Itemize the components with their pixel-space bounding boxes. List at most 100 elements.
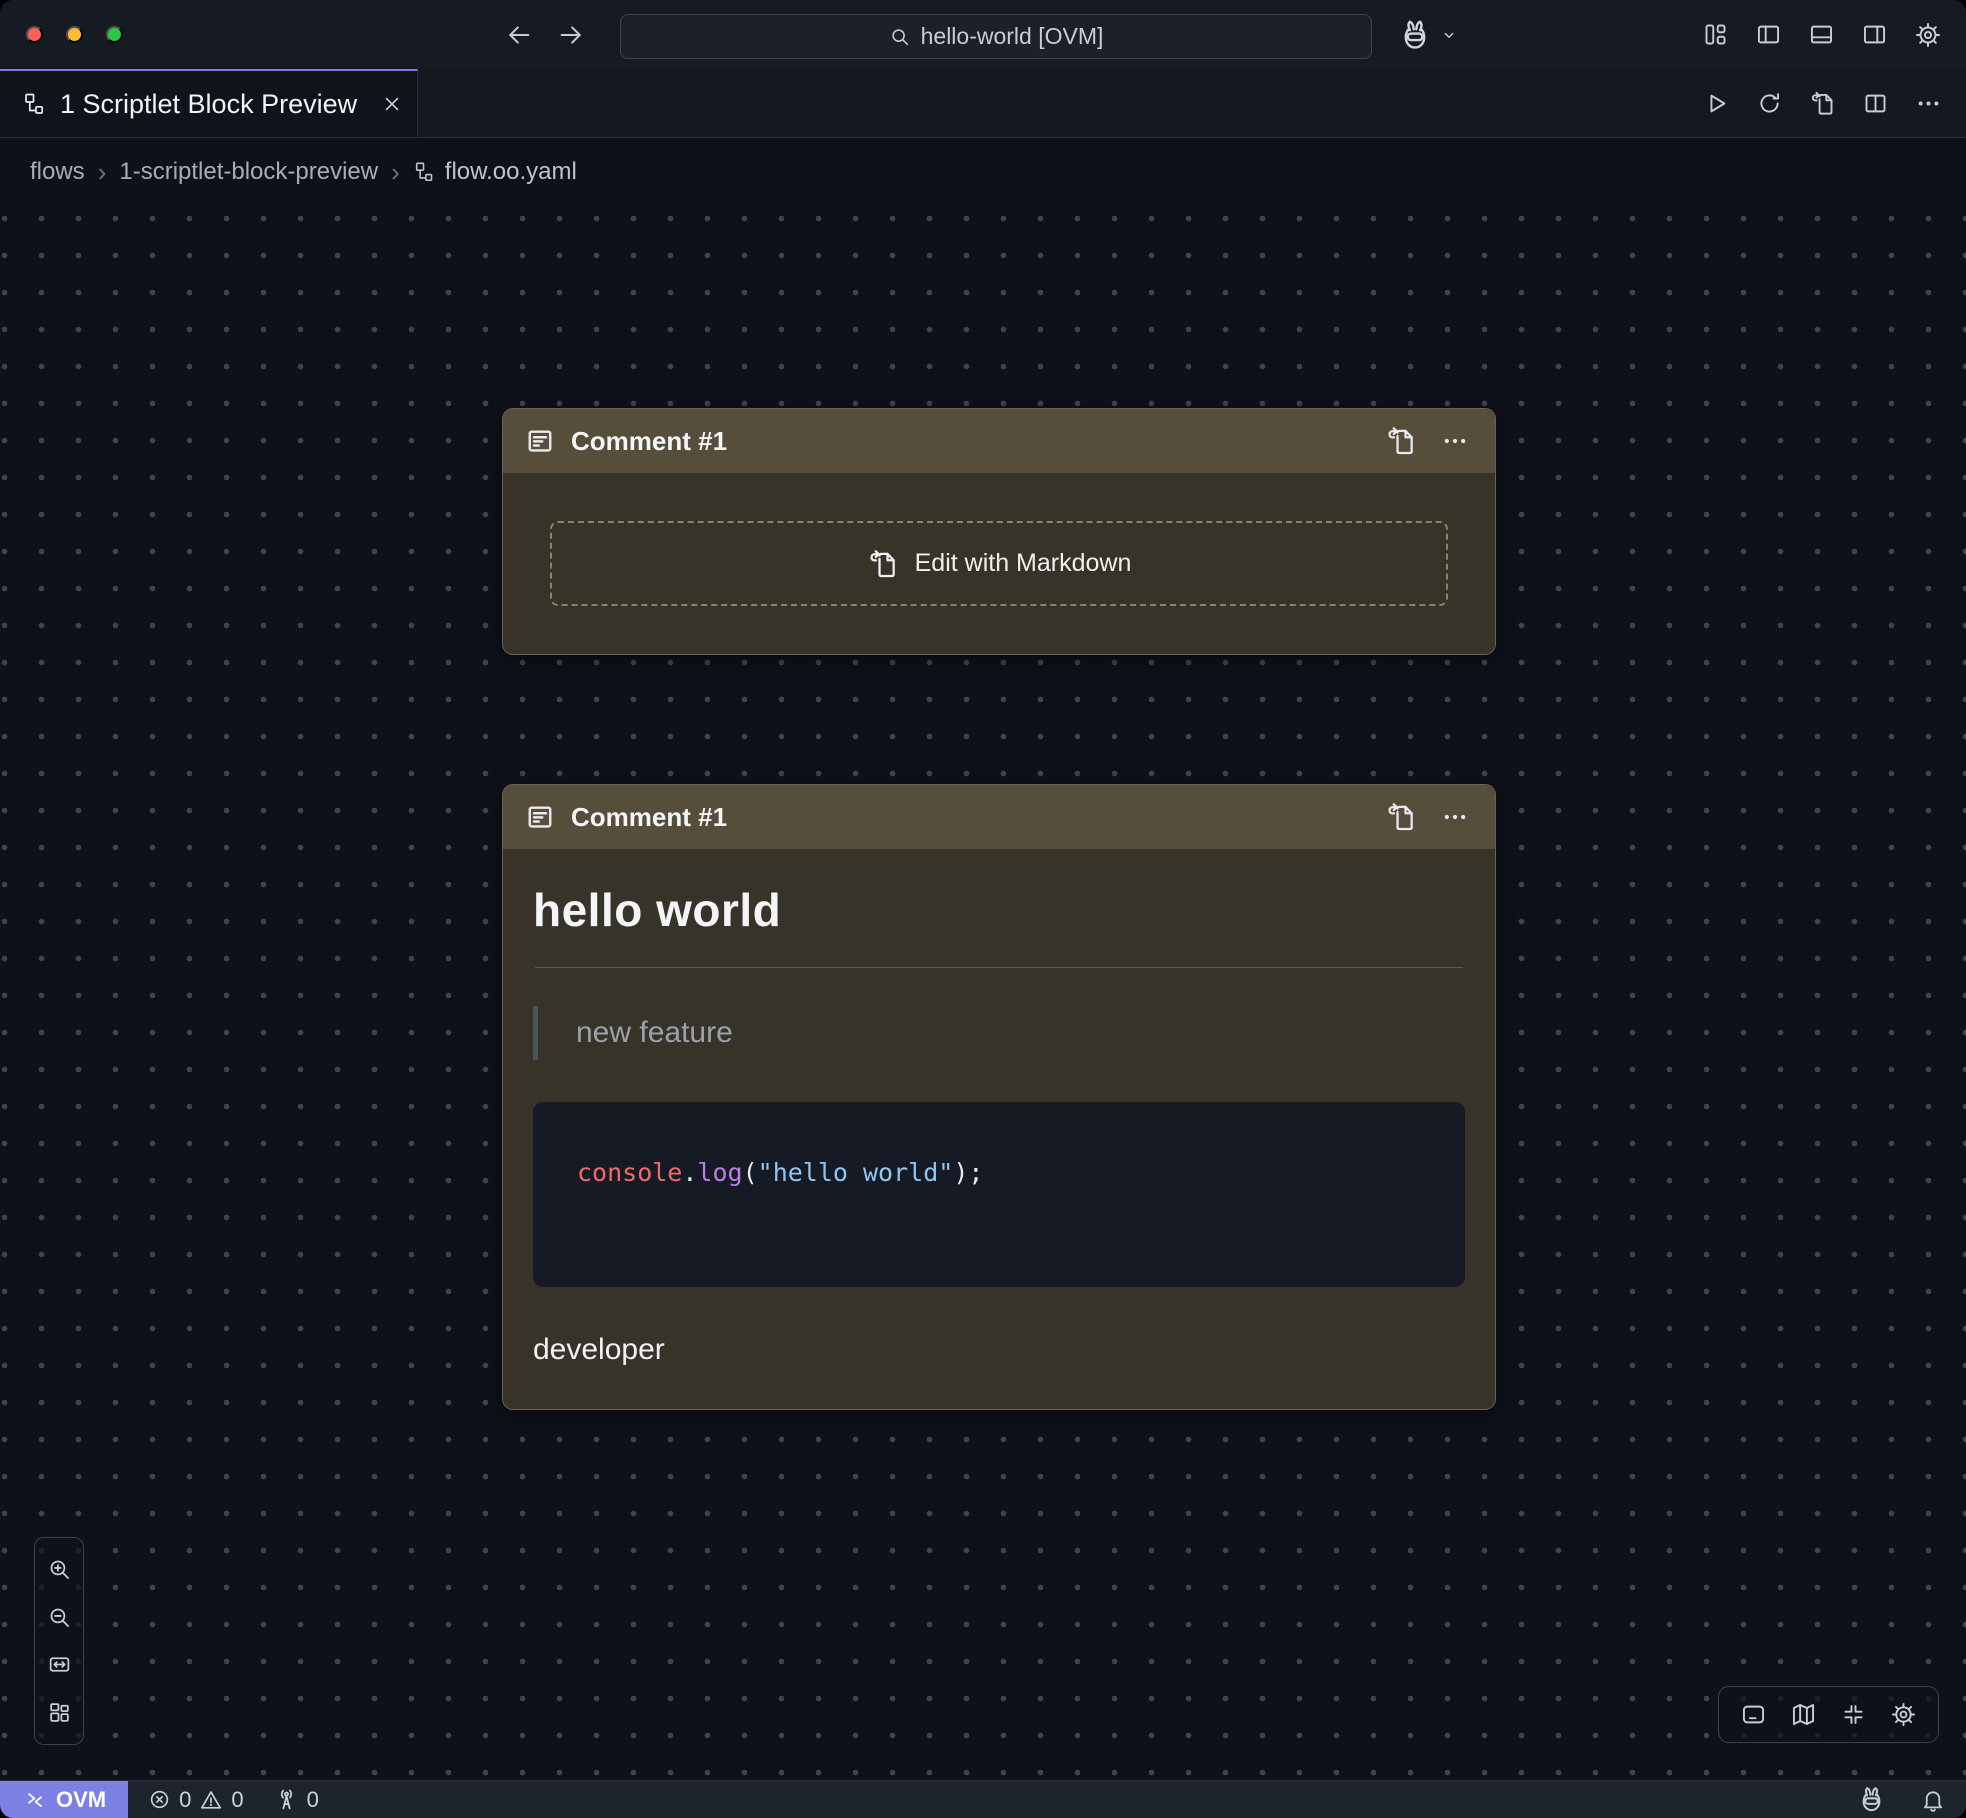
breadcrumb: flows › 1-scriptlet-block-preview › flow… — [0, 138, 1966, 194]
back-button[interactable] — [505, 21, 533, 49]
toggle-console-button[interactable] — [1740, 1701, 1767, 1728]
warning-count: 0 — [231, 1787, 243, 1813]
doc-arrow-icon — [1390, 804, 1412, 829]
dashboard-icon — [51, 1704, 68, 1721]
doc-arrow-icon — [867, 548, 899, 580]
mascot-status-button[interactable] — [1857, 1785, 1886, 1814]
ellipsis-icon — [1919, 101, 1939, 105]
remote-label: OVM — [56, 1787, 106, 1813]
card-title: Comment #1 — [571, 802, 1369, 833]
forward-button[interactable] — [557, 21, 585, 49]
collapse-view-button[interactable] — [1840, 1701, 1867, 1728]
titlebar: hello-world [OVM] — [0, 0, 1966, 69]
play-icon — [1711, 95, 1724, 111]
error-count: 0 — [179, 1787, 191, 1813]
tab-bar: 1 Scriptlet Block Preview — [0, 69, 1966, 138]
fit-width-icon — [50, 1659, 68, 1672]
arrow-right-icon — [562, 27, 580, 42]
command-center-search[interactable]: hello-world [OVM] — [620, 14, 1372, 59]
mascot-icon — [1398, 18, 1432, 52]
sidebar-left-icon — [1759, 27, 1778, 43]
comment-node-1-body: Edit with Markdown — [503, 473, 1495, 654]
settings-button[interactable] — [1914, 21, 1942, 49]
ellipsis-icon — [1445, 439, 1466, 443]
rerun-button[interactable] — [1756, 90, 1783, 117]
code-token-string: "hello world" — [758, 1158, 954, 1187]
doc-arrow-icon — [1390, 428, 1412, 453]
flow-canvas[interactable]: flows › 1-scriptlet-block-preview › flow… — [0, 138, 1966, 1780]
toggle-sidebar-right-button[interactable] — [1861, 21, 1888, 49]
ellipsis-icon — [1445, 815, 1466, 819]
remote-icon — [24, 1789, 46, 1811]
zoom-window-button[interactable] — [106, 26, 123, 43]
status-bar: OVM 0 0 0 — [0, 1780, 1966, 1818]
blockquote-text: new feature — [576, 1016, 733, 1049]
mascot-menu-button[interactable] — [1398, 18, 1458, 52]
mascot-icon — [1864, 1788, 1880, 1810]
split-editor-button[interactable] — [1862, 90, 1889, 117]
broadcast-tower-icon — [274, 1787, 299, 1812]
zoom-out-icon — [51, 1609, 68, 1626]
zoom-in-icon — [51, 1562, 68, 1579]
minimize-window-button[interactable] — [66, 26, 83, 43]
comment-node-2-header[interactable]: Comment #1 — [503, 785, 1495, 849]
remote-indicator[interactable]: OVM — [0, 1781, 128, 1818]
code-token-paren-close: ); — [953, 1158, 983, 1187]
customize-layout-button[interactable] — [1702, 21, 1729, 49]
comment-node-1-header[interactable]: Comment #1 — [503, 409, 1495, 473]
traffic-lights — [26, 26, 123, 43]
ports-indicator[interactable]: 0 — [274, 1787, 319, 1813]
edit-markdown-header-button[interactable] — [1385, 801, 1417, 833]
chevron-down-icon — [1440, 26, 1458, 44]
canvas-settings-button[interactable] — [1890, 1701, 1917, 1728]
notifications-button[interactable] — [1920, 1787, 1946, 1813]
flow-icon — [22, 92, 46, 116]
note-icon — [525, 426, 555, 456]
collapse-inward-icon — [1845, 1706, 1861, 1723]
flow-icon — [413, 161, 435, 183]
code-token-method: log — [697, 1158, 742, 1187]
toggle-panel-button[interactable] — [1808, 21, 1835, 49]
more-actions-button[interactable] — [1915, 90, 1942, 117]
close-window-button[interactable] — [26, 26, 43, 43]
doc-arrow-icon — [1813, 92, 1832, 113]
zoom-in-button[interactable] — [47, 1557, 72, 1582]
breadcrumb-separator: › — [98, 157, 107, 188]
auto-layout-button[interactable] — [47, 1700, 72, 1725]
toggle-sidebar-left-button[interactable] — [1755, 21, 1782, 49]
breadcrumb-item-folder[interactable]: 1-scriptlet-block-preview — [119, 158, 378, 186]
zoom-out-button[interactable] — [47, 1605, 72, 1630]
run-button[interactable] — [1703, 90, 1730, 117]
layout-icon — [1707, 26, 1725, 44]
breadcrumb-item-file[interactable]: flow.oo.yaml — [413, 158, 577, 186]
close-icon — [387, 99, 398, 110]
arrow-left-icon — [510, 27, 528, 42]
minimap-button[interactable] — [1790, 1701, 1817, 1728]
fit-width-button[interactable] — [47, 1652, 72, 1677]
tab-close-button[interactable] — [381, 93, 403, 115]
markdown-heading: hello world — [533, 883, 1465, 937]
gear-icon — [1917, 24, 1939, 46]
split-editor-icon — [1867, 95, 1885, 111]
edit-markdown-header-button[interactable] — [1385, 425, 1417, 457]
code-token-dot: . — [682, 1158, 697, 1187]
card-more-button[interactable] — [1441, 427, 1469, 455]
markdown-divider — [535, 967, 1463, 968]
edit-with-markdown-button[interactable]: Edit with Markdown — [550, 521, 1448, 606]
comment-node-2: Comment #1 hello world new feature conso… — [502, 784, 1496, 1410]
rerun-icon — [1761, 94, 1778, 112]
breadcrumb-item-flows[interactable]: flows — [30, 158, 85, 186]
comment-node-1: Comment #1 Edit with Markdown — [502, 408, 1496, 655]
map-icon — [1794, 1705, 1813, 1724]
problems-indicator[interactable]: 0 0 — [148, 1787, 244, 1813]
view-controls — [1718, 1686, 1939, 1743]
open-markdown-button[interactable] — [1809, 90, 1836, 117]
code-token-paren-open: ( — [743, 1158, 758, 1187]
note-icon — [525, 802, 555, 832]
app-window: hello-world [OVM] 1 Scriptlet Block Prev… — [0, 0, 1966, 1818]
bell-icon — [1925, 1792, 1941, 1811]
tab-scriptlet-block-preview[interactable]: 1 Scriptlet Block Preview — [0, 69, 418, 137]
tab-label: 1 Scriptlet Block Preview — [60, 89, 357, 120]
zoom-controls — [34, 1537, 84, 1745]
card-more-button[interactable] — [1441, 803, 1469, 831]
